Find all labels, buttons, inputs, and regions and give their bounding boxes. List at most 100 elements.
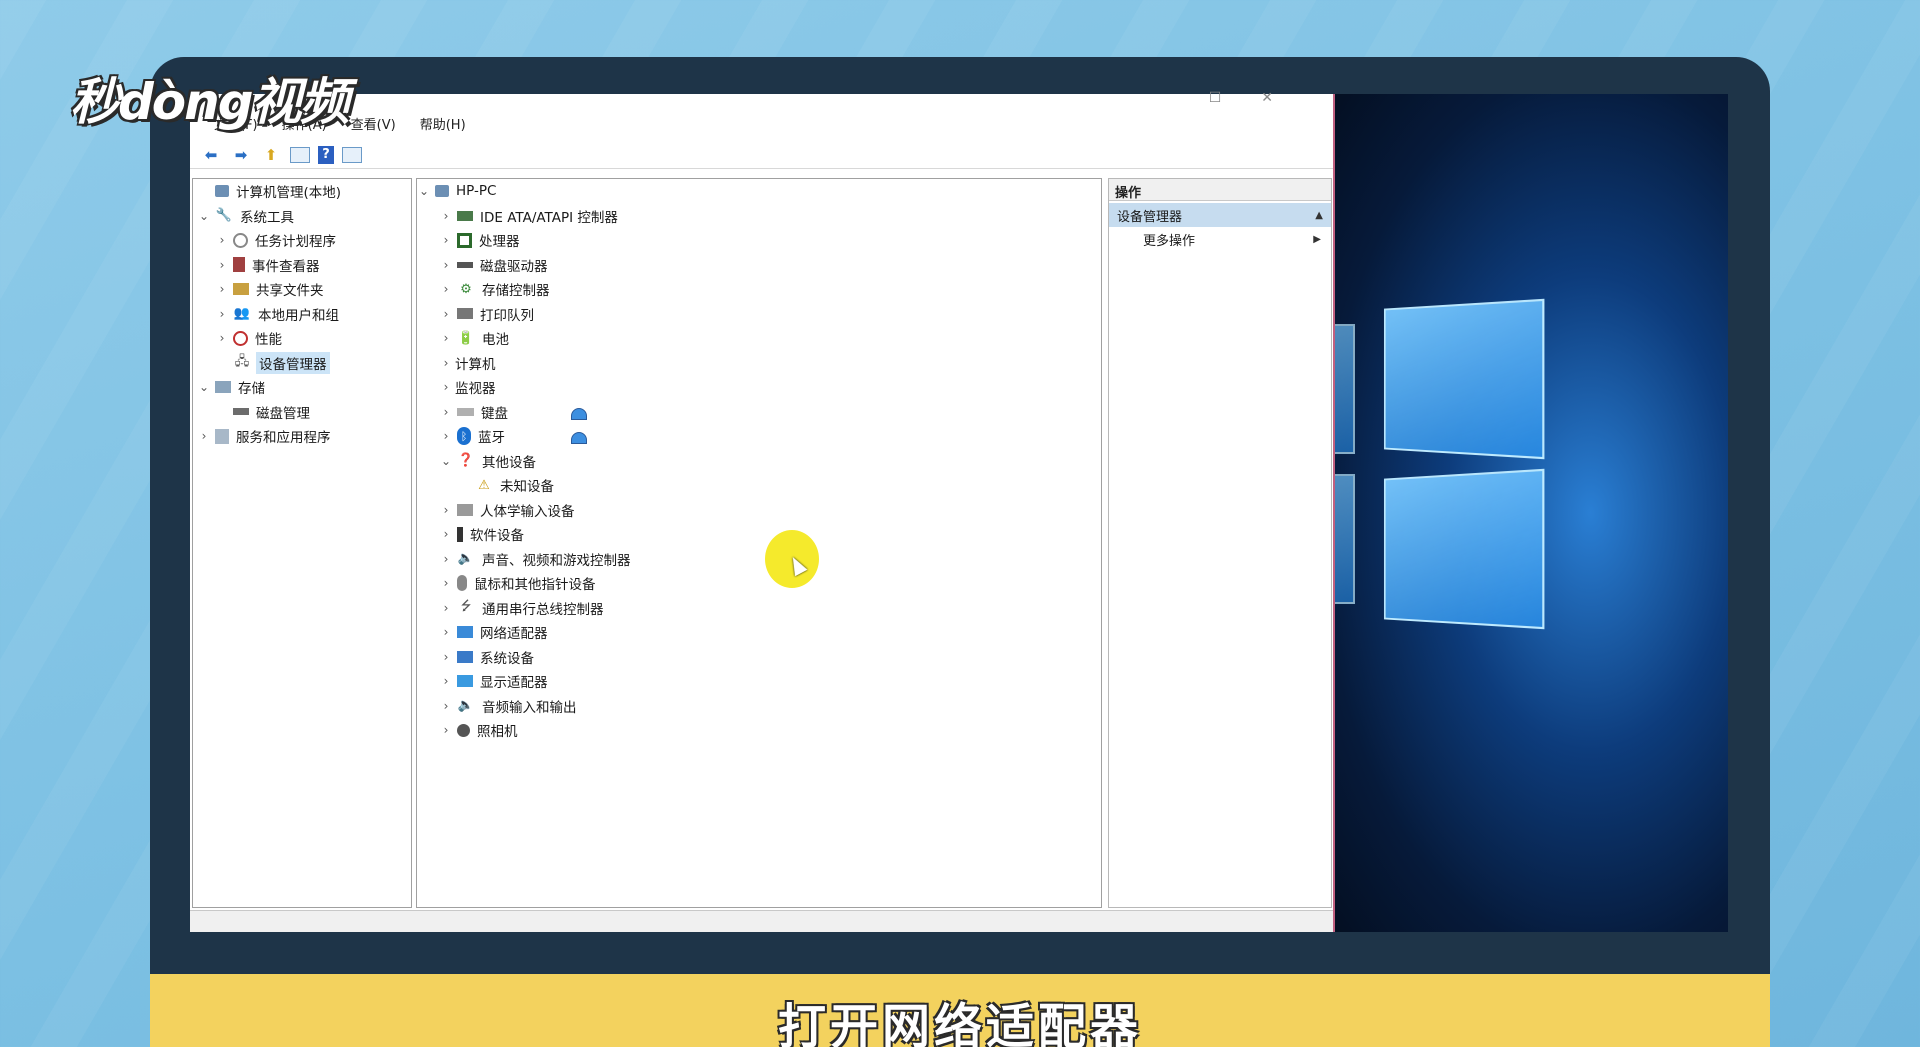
chevron-right-icon[interactable]: › <box>439 282 453 296</box>
audio-icon: 🔈 <box>457 551 475 567</box>
chevron-right-icon[interactable]: › <box>215 258 229 272</box>
up-folder-icon[interactable]: ⬆ <box>260 144 282 166</box>
console-tree-item[interactable]: ⌄ 存储 <box>193 375 411 400</box>
chevron-down-icon[interactable]: ⌄ <box>197 209 211 223</box>
hid-icon <box>457 503 473 516</box>
chevron-right-icon[interactable]: › <box>439 625 453 639</box>
device-category[interactable]: › 网络适配器 <box>417 620 1101 645</box>
sys-icon <box>457 650 473 663</box>
console-tree-item[interactable]: 磁盘管理 <box>193 400 411 425</box>
console-tree-item[interactable]: › 事件查看器 <box>193 253 411 278</box>
chevron-right-icon[interactable]: › <box>215 282 229 296</box>
bt-icon: ᛒ <box>457 427 471 446</box>
maximize-button[interactable]: ☐ <box>1209 90 1262 106</box>
chevron-right-icon[interactable]: › <box>439 258 453 272</box>
menu-item[interactable]: 帮助(H) <box>416 112 470 135</box>
warn-icon: ⚠ <box>478 477 490 493</box>
console-tree-item[interactable]: 计算机管理(本地) <box>193 179 411 204</box>
device-category[interactable]: › 人体学输入设备 <box>417 498 1101 523</box>
console-tree: 计算机管理(本地) ⌄ 🔧 系统工具 › 任务计划程序 › 事件查看器 › 共享文件夹 › 👥 本地用户… <box>193 179 411 449</box>
close-button[interactable]: ✕ <box>1261 90 1313 106</box>
computer-management-window: ☐✕ 文件(F) 操作(A) 查看(V) 帮助(H) ⬅ ➡ ⬆? 计算机管理(本地) ⌄ 🔧… <box>190 90 1335 932</box>
menu-item[interactable]: 查看(V) <box>347 112 400 135</box>
chevron-right-icon[interactable]: › <box>439 723 453 737</box>
console-tree-item[interactable]: ⌄ 🔧 系统工具 <box>193 204 411 229</box>
chevron-right-icon[interactable]: › <box>215 331 229 345</box>
chevron-right-icon[interactable]: › <box>439 601 453 615</box>
device-category[interactable]: › 照相机 <box>417 718 1101 743</box>
device-category-label: IDE ATA/ATAPI 控制器 <box>480 209 618 226</box>
device-category[interactable]: › 软件设备 <box>417 522 1101 547</box>
print-icon <box>457 308 473 320</box>
forward-icon[interactable]: ➡ <box>230 144 252 166</box>
actions-section-device-manager[interactable]: 设备管理器 ▲ <box>1109 203 1331 227</box>
chevron-right-icon[interactable]: › <box>215 233 229 247</box>
chevron-right-icon[interactable]: › <box>439 405 453 419</box>
chevron-right-icon[interactable]: › <box>215 307 229 321</box>
collapse-up-icon[interactable]: ▲ <box>1315 210 1323 221</box>
device-category[interactable]: › 打印队列 <box>417 302 1101 327</box>
console-tree-item-label: 服务和应用程序 <box>236 430 331 447</box>
device-category[interactable]: › ᛒ 蓝牙 <box>417 424 1101 449</box>
chevron-right-icon[interactable]: › <box>439 552 453 566</box>
console-tree-pane: 计算机管理(本地) ⌄ 🔧 系统工具 › 任务计划程序 › 事件查看器 › 共享文件夹 › 👥 本地用户… <box>192 178 412 908</box>
back-icon[interactable]: ⬅ <box>200 144 222 166</box>
device-category[interactable]: › 🔈 音频输入和输出 <box>417 694 1101 719</box>
title-bar: ☐✕ <box>190 90 1333 106</box>
device-tree-root[interactable]: ⌄ HP-PC <box>417 179 1101 204</box>
device-category[interactable]: › 监视器 <box>417 375 1101 444</box>
chevron-down-icon[interactable]: ⌄ <box>197 380 211 394</box>
device-category[interactable]: › 系统设备 <box>417 645 1101 670</box>
console-tree-item[interactable]: › 性能 <box>193 326 411 351</box>
device-category-label: 通用串行总线控制器 <box>482 601 604 618</box>
device-category[interactable]: › 🔋 电池 <box>417 326 1101 351</box>
disp-icon <box>457 675 473 688</box>
svc-icon <box>215 428 229 444</box>
console-tree-item[interactable]: › 任务计划程序 <box>193 228 411 253</box>
log-icon <box>233 257 245 273</box>
device-category[interactable]: › IDE ATA/ATAPI 控制器 <box>417 204 1101 229</box>
device-category[interactable]: › 显示适配器 <box>417 669 1101 694</box>
device-category[interactable]: › 🔈 声音、视频和游戏控制器 <box>417 547 1101 572</box>
console-tree-item[interactable]: › 服务和应用程序 <box>193 424 411 449</box>
chevron-right-icon[interactable]: › <box>439 650 453 664</box>
chevron-right-icon[interactable]: › <box>439 699 453 713</box>
drive-icon <box>457 261 473 268</box>
show-hide-tree-icon[interactable] <box>290 146 310 163</box>
device-category[interactable]: › ⚙ 存储控制器 <box>417 277 1101 302</box>
chevron-down-icon[interactable]: ⌄ <box>439 454 453 468</box>
device-category[interactable]: › 磁盘驱动器 <box>417 253 1101 278</box>
device-category[interactable]: ⚠ 未知设备 <box>417 473 1101 498</box>
properties-icon[interactable] <box>342 146 362 163</box>
console-tree-item[interactable]: 🖧 设备管理器 <box>193 351 411 376</box>
chevron-right-icon[interactable]: › <box>439 209 453 223</box>
chevron-down-icon[interactable]: ⌄ <box>417 184 431 198</box>
device-category[interactable]: ⌄ ❓ 其他设备 <box>417 449 1101 474</box>
chevron-right-icon[interactable]: › <box>439 576 453 590</box>
console-tree-item[interactable]: › 共享文件夹 <box>193 277 411 302</box>
device-category[interactable]: › 处理器 <box>417 228 1101 253</box>
windows-logo-pane <box>1383 298 1545 460</box>
device-category[interactable]: › 键盘 <box>417 400 1101 425</box>
store-icon <box>215 381 231 394</box>
device-category-label: 人体学输入设备 <box>480 503 575 520</box>
actions-section-label: 设备管理器 <box>1117 209 1183 225</box>
more-actions-item[interactable]: 更多操作 ▶ <box>1109 227 1331 251</box>
console-tree-item[interactable]: › 👥 本地用户和组 <box>193 302 411 327</box>
chevron-right-icon[interactable]: › <box>197 429 211 443</box>
help-icon[interactable]: ? <box>318 145 334 164</box>
chevron-right-icon[interactable]: › <box>439 307 453 321</box>
chevron-right-icon[interactable]: › <box>439 503 453 517</box>
chevron-right-icon[interactable]: › <box>439 429 453 443</box>
device-category[interactable]: › 计算机 <box>417 351 1101 420</box>
chevron-right-icon[interactable]: › <box>439 527 453 541</box>
chevron-right-icon[interactable]: › <box>439 331 453 345</box>
chevron-right-icon[interactable]: › <box>439 356 453 370</box>
chevron-right-icon[interactable]: › <box>439 233 453 247</box>
chevron-right-icon[interactable]: › <box>439 674 453 688</box>
device-category[interactable]: › ⭍ 通用串行总线控制器 <box>417 596 1101 621</box>
chevron-right-icon[interactable]: › <box>439 380 453 394</box>
users-icon: 👥 <box>233 306 251 322</box>
device-category[interactable]: › 鼠标和其他指针设备 <box>417 571 1101 596</box>
device-tree-root-label: HP-PC <box>456 183 497 200</box>
